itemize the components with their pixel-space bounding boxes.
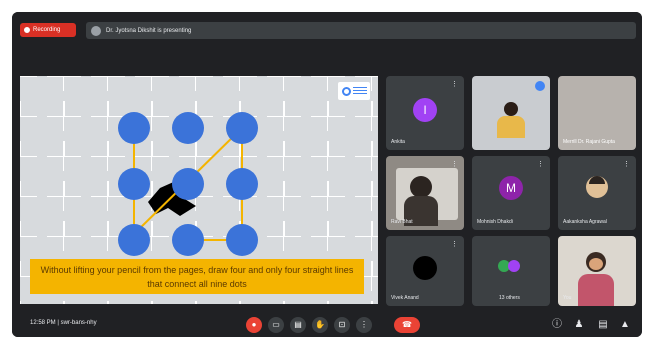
- participant-name: Ankita: [391, 139, 405, 145]
- participant-video: [492, 94, 530, 138]
- participant-tile-5[interactable]: M ⋮ Mohnish Dhakdi: [472, 156, 550, 230]
- participant-name: You: [563, 295, 572, 301]
- meeting-details-button[interactable]: ⓘ: [550, 318, 564, 332]
- participant-name: Vivek Anand: [391, 295, 419, 301]
- participant-tile-4[interactable]: ⋮ Ravi Bhat: [386, 156, 464, 230]
- logo-mark-icon: [341, 86, 351, 96]
- camera-toggle-button[interactable]: ▭: [268, 317, 284, 333]
- presenter-avatar: [91, 25, 101, 36]
- captions-button[interactable]: ▤: [290, 317, 306, 333]
- participant-name: Aakanksha Agrawal: [563, 219, 607, 225]
- participant-avatar: [413, 256, 437, 280]
- presenting-text: Dr. Jyotsna Dikshit is presenting: [106, 27, 192, 34]
- mic-off-icon: ⋮: [537, 161, 544, 168]
- shared-screen[interactable]: Without lifting your pencil from the pag…: [20, 76, 378, 304]
- present-icon: ⊡: [338, 320, 346, 329]
- recording-badge[interactable]: Recording: [20, 23, 76, 37]
- puzzle-dot-2: [172, 112, 204, 144]
- puzzle-dot-6: [226, 168, 258, 200]
- puzzle-dot-3: [226, 112, 258, 144]
- meeting-code: swr-bans-nhy: [60, 320, 97, 326]
- puzzle-dot-7: [118, 224, 150, 256]
- puzzle-dot-5: [172, 168, 204, 200]
- participant-photo: [586, 176, 608, 198]
- recording-label: Recording: [33, 27, 61, 33]
- mic-off-icon: ⋮: [451, 161, 458, 168]
- participant-tile-7[interactable]: ⋮ Vivek Anand: [386, 236, 464, 306]
- record-icon: [24, 27, 30, 33]
- chat-icon: ▤: [598, 319, 608, 330]
- people-icon: ♟: [574, 319, 584, 330]
- puzzle-dot-4: [118, 168, 150, 200]
- top-bar: Recording Dr. Jyotsna Dikshit is present…: [12, 12, 642, 48]
- puzzle-dot-1: [118, 112, 150, 144]
- speaking-indicator-icon: [535, 81, 545, 91]
- mic-off-icon: ⋮: [451, 81, 458, 88]
- meeting-info: 12:58 PM | swr-bans-nhy: [30, 320, 97, 326]
- participant-tile-6[interactable]: ⋮ Aakanksha Agrawal: [558, 156, 636, 230]
- logo-text-lines: [352, 87, 367, 95]
- people-button[interactable]: ♟: [572, 318, 586, 332]
- participant-tile-1[interactable]: I ⋮ Ankita: [386, 76, 464, 150]
- participant-tile-3[interactable]: Merrill Dr. Rajani Gupta: [558, 76, 636, 150]
- others-count: 13 others: [499, 295, 520, 301]
- participant-tile-others[interactable]: 13 others: [472, 236, 550, 306]
- nine-dots: [118, 112, 258, 256]
- leave-call-button[interactable]: ☎: [394, 317, 420, 333]
- mic-off-icon: ⋮: [623, 161, 630, 168]
- puzzle-dot-8: [172, 224, 204, 256]
- others-avatar-icon: [508, 260, 520, 272]
- hand-icon: ✋: [315, 320, 325, 329]
- participant-avatar: I: [413, 98, 437, 122]
- separator: |: [57, 320, 59, 326]
- meeting-time: 12:58 PM: [30, 320, 56, 326]
- presenting-banner: Dr. Jyotsna Dikshit is presenting: [86, 22, 636, 39]
- info-icon: ⓘ: [552, 319, 562, 330]
- camera-icon: ▭: [272, 320, 280, 329]
- raise-hand-button[interactable]: ✋: [312, 317, 328, 333]
- slide-caption: Without lifting your pencil from the pag…: [30, 259, 364, 294]
- more-options-button[interactable]: ⋮: [356, 317, 372, 333]
- slide-logo: [338, 82, 370, 100]
- puzzle-dot-9: [226, 224, 258, 256]
- participant-tile-2[interactable]: [472, 76, 550, 150]
- mic-off-icon: ⋮: [451, 241, 458, 248]
- chat-button[interactable]: ▤: [596, 318, 610, 332]
- participant-name: Ravi Bhat: [391, 219, 413, 225]
- phone-hangup-icon: ☎: [402, 320, 412, 329]
- participant-avatar: M: [499, 176, 523, 200]
- captions-icon: ▤: [294, 320, 302, 329]
- participant-name: Merrill Dr. Rajani Gupta: [563, 139, 615, 145]
- meet-window: Recording Dr. Jyotsna Dikshit is present…: [12, 12, 642, 337]
- participant-name: Mohnish Dhakdi: [477, 219, 513, 225]
- activities-button[interactable]: ▲: [618, 318, 632, 332]
- bottom-bar: 12:58 PM | swr-bans-nhy ● ▭ ▤ ✋ ⊡ ⋮ ☎ ⓘ …: [12, 312, 642, 337]
- more-vert-icon: ⋮: [360, 320, 368, 329]
- mic-off-icon: ●: [251, 320, 257, 329]
- mic-toggle-button[interactable]: ●: [246, 317, 262, 333]
- present-screen-button[interactable]: ⊡: [334, 317, 350, 333]
- participant-tile-self[interactable]: You: [558, 236, 636, 306]
- activities-icon: ▲: [620, 319, 630, 330]
- screen-frame: Recording Dr. Jyotsna Dikshit is present…: [0, 0, 649, 342]
